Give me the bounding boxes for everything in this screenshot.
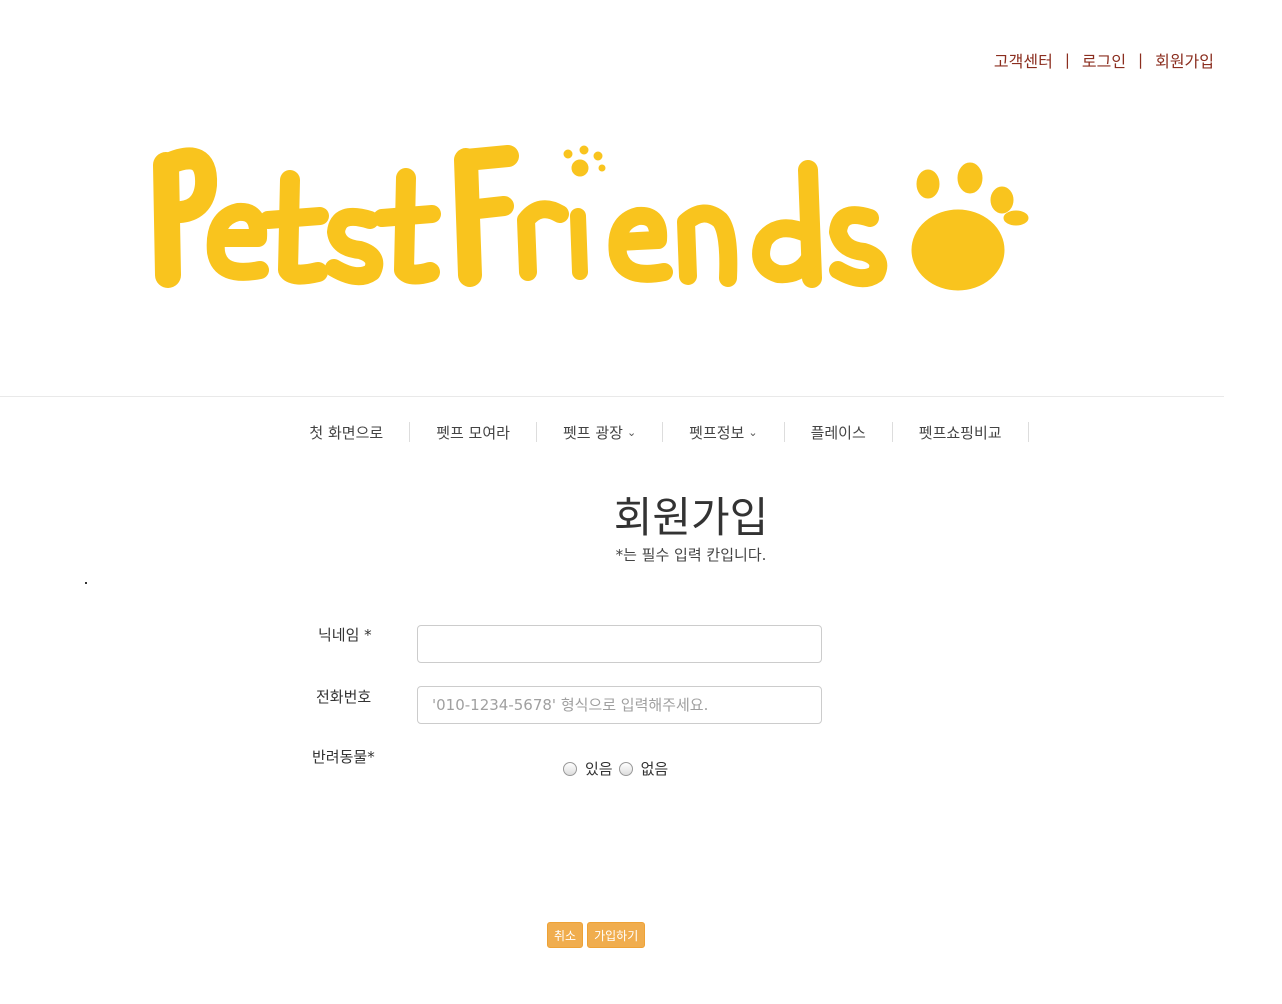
stray-dot [85,582,87,584]
required-note: *는 필수 입력 칸입니다. [615,546,767,564]
top-links: 고객센터 | 로그인 | 회원가입 [994,48,1214,72]
pet-yes-radio[interactable] [563,761,577,776]
login-link[interactable]: 로그인 [1082,48,1126,72]
chevron-down-icon: ⌄ [748,425,758,439]
nav-item-label: 첫 화면으로 [309,423,384,442]
form-buttons: 취소 가입하기 [547,922,646,948]
separator: | [1064,51,1070,69]
nav-item-square[interactable]: 펫프 광장 ⌄ [537,418,662,446]
nav-item-info[interactable]: 펫프정보 ⌄ [663,418,783,446]
cancel-button[interactable]: 취소 [547,922,584,948]
main-nav: 첫 화면으로 펫프 모여라 펫프 광장 ⌄ 펫프정보 ⌄ 플레이스 펫프쇼핑비교 [0,418,1282,446]
phone-label: 전화번호 [316,688,372,706]
chevron-down-icon: ⌄ [626,425,637,439]
nav-item-shopping[interactable]: 펫프쇼핑비교 [893,418,1028,446]
nav-item-label: 펫프쇼핑비교 [918,423,1002,442]
nickname-input[interactable] [417,625,822,663]
nav-separator [1027,422,1029,442]
nav-item-label: 플레이스 [810,423,866,442]
pet-label: 반려동물* [312,748,375,766]
pet-yes-label: 있음 [585,760,613,778]
pet-no-label: 없음 [640,760,669,778]
nav-item-label: 펫프 모여라 [436,423,510,442]
nav-divider [0,396,1224,397]
signup-link[interactable]: 회원가입 [1155,48,1214,72]
support-link[interactable]: 고객센터 [994,48,1053,72]
nav-item-place[interactable]: 플레이스 [785,418,892,446]
phone-input[interactable] [417,686,822,724]
page-title: 회원가입 [613,493,769,542]
nav-item-home[interactable]: 첫 화면으로 [283,418,409,446]
nav-item-gather[interactable]: 펫프 모여라 [410,418,536,446]
submit-button[interactable]: 가입하기 [587,922,646,948]
logo[interactable] [148,140,1038,300]
nickname-label: 닉네임 * [318,626,372,644]
separator: | [1138,51,1144,69]
pet-radio-group: 있음 없음 [563,758,674,779]
pet-no-radio[interactable] [618,761,633,776]
